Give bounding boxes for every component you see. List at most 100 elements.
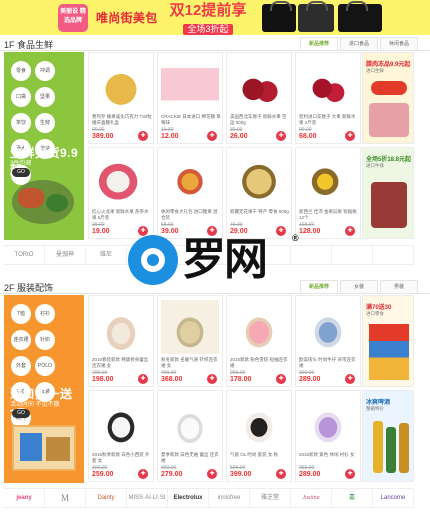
tab-floor1-new[interactable]: 新品推荐 (300, 37, 338, 50)
tab-floor2-men[interactable]: 男装 (380, 280, 418, 293)
add-to-cart-button[interactable]: ✚ (345, 374, 355, 384)
floor1-promo-panel[interactable]: 零食 冲调 口袋 坚果 茶饮 生鲜 酒水 粮油 米面 生鲜尖货9.9起 3件包邮… (4, 52, 84, 240)
product-card[interactable]: 休闲零食大礼包 进口糖果 混合装 58.00 39.00 ✚ (157, 147, 223, 239)
product-desc[interactable]: 欧美街头 时尚牛仔 背带连衣裙 (299, 357, 359, 368)
product-image[interactable] (299, 152, 357, 206)
top-banner[interactable]: 美丽说 精选品牌 唯尚街美包 双12提前享 全场3折起 (0, 0, 430, 35)
tab-floor2-new[interactable]: 新品推荐 (300, 280, 338, 293)
product-desc[interactable]: 新西兰 佳沛 金奇异果 猕猴桃 12个 (299, 209, 359, 220)
beer-bottle-image[interactable] (399, 423, 409, 473)
brand-logo[interactable] (332, 246, 373, 264)
add-to-cart-button[interactable]: ✚ (345, 469, 355, 479)
tab-floor1-import[interactable]: 进口食品 (340, 37, 378, 50)
brand-logo[interactable] (373, 246, 414, 264)
category-bubble[interactable]: 零食 (11, 61, 31, 81)
handbag-image[interactable] (338, 1, 382, 32)
add-to-cart-button[interactable]: ✚ (276, 469, 286, 479)
floor1-go-button[interactable]: GO (12, 168, 30, 177)
product-card[interactable]: 智利进口车厘子 大果 新鲜水果 2斤装 99.00 68.00 ✚ (295, 52, 361, 144)
product-image[interactable] (161, 300, 219, 354)
add-to-cart-button[interactable]: ✚ (138, 131, 148, 141)
product-card[interactable]: 新西兰 佳沛 金奇异果 猕猴桃 12个 168.00 128.00 ✚ (295, 147, 361, 239)
brand-logo[interactable]: M (45, 489, 86, 507)
product-image[interactable] (161, 395, 219, 449)
product-image[interactable] (161, 152, 219, 206)
floor1-side-promo-top[interactable]: 腊肉冻品9.9元起 进口生鲜 (362, 52, 414, 144)
add-to-cart-button[interactable]: ✚ (276, 131, 286, 141)
product-desc[interactable]: 夏季新款 白色无袖 蕾丝 连衣裙 (161, 452, 221, 463)
product-card[interactable]: 夏季新款 白色无袖 蕾丝 连衣裙 369.00 279.00 ✚ (157, 390, 223, 482)
tab-floor1-snacks[interactable]: 休闲食品 (380, 37, 418, 50)
product-desc[interactable]: 红心火龙果 新鲜水果 热带水果 5斤装 (92, 209, 152, 220)
product-card[interactable]: 费列罗 榛果威化巧克力 T30粒 婚庆喜糖礼盒 99.00 389.00 ✚ (88, 52, 154, 144)
product-desc[interactable]: 2015春装新款 韩版修身蕾丝连衣裙 女 (92, 357, 152, 368)
beer-bottle-image[interactable] (386, 427, 396, 473)
product-card[interactable]: 2015新款 粉色雪纺 短袖连衣裙 259.00 178.00 ✚ (226, 295, 292, 387)
add-to-cart-button[interactable]: ✚ (207, 469, 217, 479)
category-bubble[interactable]: 连衣裙 (11, 330, 31, 350)
product-card[interactable]: 2015新款 紫色 休闲 衬衫 女 359.00 289.00 ✚ (295, 390, 361, 482)
product-desc[interactable]: 气质 OL 时尚 套装 女 秋 (230, 452, 290, 463)
product-card[interactable]: CRACKIE 日本进口 棉花糖 草莓味 19.80 12.00 ✚ (157, 52, 223, 144)
product-image[interactable] (299, 57, 357, 111)
product-card[interactable]: 秋冬新款 名媛气质 针织连衣裙 女 499.00 368.00 ✚ (157, 295, 223, 387)
add-to-cart-button[interactable]: ✚ (138, 374, 148, 384)
brand-logo[interactable]: 曼伽神 (45, 246, 86, 264)
product-desc[interactable]: CRACKIE 日本进口 棉花糖 草莓味 (161, 114, 221, 125)
product-desc[interactable]: 休闲零食大礼包 进口糖果 混合装 (161, 209, 221, 220)
category-bubble[interactable]: POLO (35, 356, 55, 376)
steak-image[interactable] (371, 182, 407, 228)
brand-logo[interactable]: innisfree (209, 489, 250, 507)
product-desc[interactable]: 美国西北车厘子 新鲜水果 空运 500g (230, 114, 290, 125)
handbag-image[interactable] (298, 1, 334, 32)
product-desc[interactable]: 2015新款 紫色 休闲 衬衫 女 (299, 452, 359, 463)
add-to-cart-button[interactable]: ✚ (207, 374, 217, 384)
floor2-promo-panel[interactable]: T恤 衬衫 连衣裙 针织 外套 POLO 毛衣 裤装 配件 进口买一送一 活动时… (4, 295, 84, 483)
product-card[interactable]: 欧美街头 时尚牛仔 背带连衣裙 399.00 289.00 ✚ (295, 295, 361, 387)
product-image[interactable] (299, 395, 357, 449)
category-bubble[interactable]: 坚果 (35, 87, 55, 107)
category-bubble[interactable]: 外套 (11, 356, 31, 376)
product-desc[interactable]: 费列罗 榛果威化巧克力 T30粒 婚庆喜糖礼盒 (92, 114, 152, 125)
product-card[interactable]: 2015春装新款 韩版修身蕾丝连衣裙 女 299.00 198.00 ✚ (88, 295, 154, 387)
handbag-image[interactable] (262, 1, 296, 32)
tab-floor2-women[interactable]: 女装 (340, 280, 378, 293)
product-card[interactable]: 2015秋季新款 白色小西装 外套 女 399.00 259.00 ✚ (88, 390, 154, 482)
product-desc[interactable]: 秋冬新款 名媛气质 针织连衣裙 女 (161, 357, 221, 368)
product-desc[interactable]: 智利进口车厘子 大果 新鲜水果 2斤装 (299, 114, 359, 125)
product-image[interactable] (92, 300, 150, 354)
brand-logo[interactable]: MISS·AI·LI·SI (127, 489, 168, 507)
floor2-side-promo-bottom[interactable]: 冰爽啤酒 整箱特价 (362, 390, 414, 482)
add-to-cart-button[interactable]: ✚ (345, 131, 355, 141)
product-card[interactable]: 新疆无花果干 特产 零食 500g 45.00 29.00 ✚ (226, 147, 292, 239)
floor1-side-promo-bottom[interactable]: 全场5折18.8元起 进口牛排 (362, 147, 414, 239)
brand-logo[interactable]: 嘉 (332, 489, 373, 507)
category-bubble[interactable]: T恤 (11, 304, 31, 324)
product-image[interactable] (230, 395, 288, 449)
category-bubble[interactable]: 针织 (35, 330, 55, 350)
brand-logo[interactable]: Dainty (86, 489, 127, 507)
product-card[interactable]: 美国西北车厘子 新鲜水果 空运 500g 39.00 26.00 ✚ (226, 52, 292, 144)
product-image[interactable] (230, 300, 288, 354)
product-image[interactable] (299, 300, 357, 354)
brand-logo[interactable]: TORIO (4, 246, 45, 264)
product-image[interactable] (92, 57, 150, 111)
category-bubble[interactable]: 冲调 (35, 61, 55, 81)
add-to-cart-button[interactable]: ✚ (276, 374, 286, 384)
category-bubble[interactable]: 生鲜 (35, 113, 55, 133)
brand-logo[interactable]: Justina (291, 489, 332, 507)
category-bubble[interactable]: 衬衫 (35, 304, 55, 324)
product-image[interactable] (161, 57, 219, 111)
brand-logo[interactable]: jeany (4, 489, 45, 507)
floor2-go-button[interactable]: GO (12, 409, 30, 418)
product-image[interactable] (230, 152, 288, 206)
beer-bottle-image[interactable] (373, 421, 383, 473)
category-bubble[interactable]: 口袋 (11, 87, 31, 107)
brand-logo[interactable]: 雅芝堂 (250, 489, 291, 507)
brand-logo[interactable]: 维尼 (86, 246, 127, 264)
product-image[interactable] (230, 57, 288, 111)
frozen-meat-image[interactable] (369, 103, 409, 137)
add-to-cart-button[interactable]: ✚ (138, 469, 148, 479)
product-card[interactable]: 气质 OL 时尚 套装 女 秋 599.00 399.00 ✚ (226, 390, 292, 482)
product-image[interactable] (92, 395, 150, 449)
